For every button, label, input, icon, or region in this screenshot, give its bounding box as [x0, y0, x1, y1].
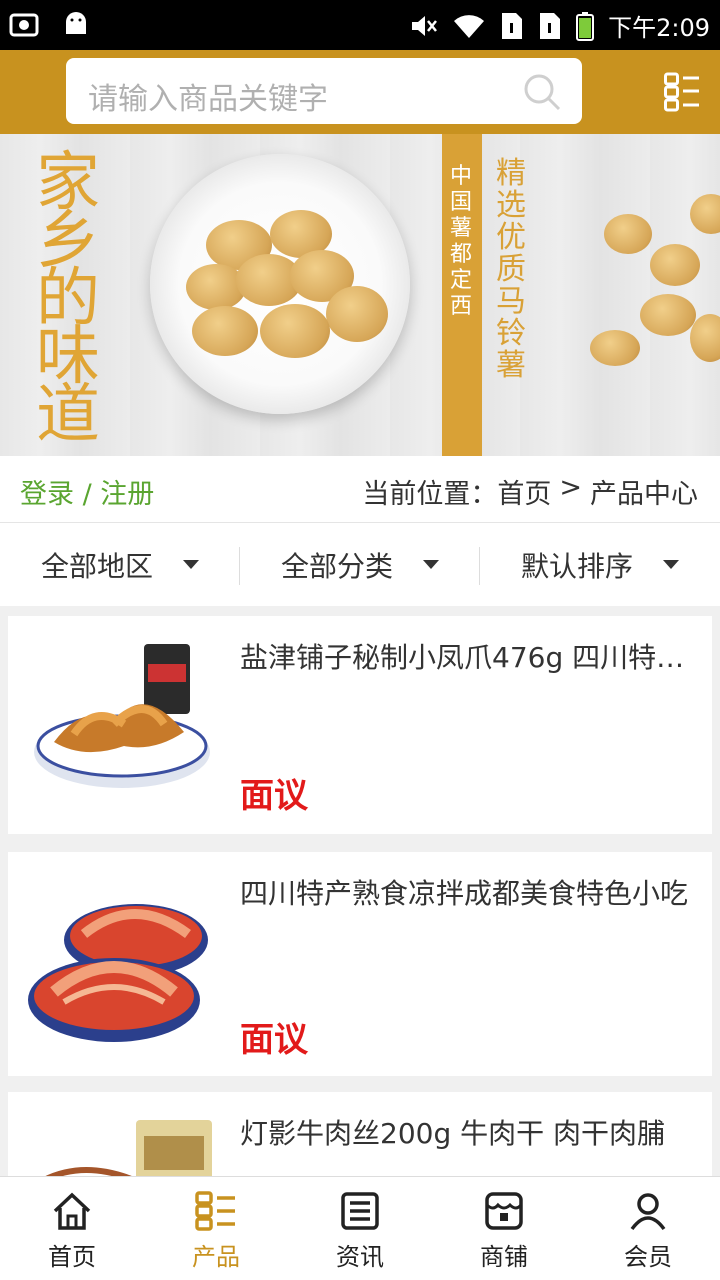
breadcrumb-bar: 登录 / 注册 当前位置： 首页 > 产品中心	[0, 456, 720, 522]
dropdown-arrow-icon	[663, 560, 679, 569]
product-card[interactable]: 盐津铺子秘制小凤爪476g 四川特产熟食 面议	[8, 616, 712, 834]
filter-bar: 全部地区 全部分类 默认排序	[0, 522, 720, 606]
search-placeholder: 请输入商品关键字	[88, 82, 328, 117]
tab-member[interactable]: 会员	[576, 1177, 720, 1280]
product-title: 灯影牛肉丝200g 牛肉干 肉干肉脯	[240, 1117, 666, 1150]
tab-shop[interactable]: 商铺	[432, 1177, 576, 1280]
status-time: 下午2:09	[608, 14, 710, 42]
category-menu-icon[interactable]	[664, 72, 700, 112]
breadcrumb-home[interactable]: 首页	[497, 472, 551, 511]
banner-tagline: 精选优质马铃薯	[496, 156, 526, 383]
home-icon	[53, 1192, 91, 1230]
breadcrumb-separator: >	[559, 472, 582, 503]
promo-banner[interactable]: 家乡的味道 中国薯都 定西 精选优质马铃薯	[0, 134, 720, 456]
tab-label: 产品	[192, 1243, 240, 1271]
breadcrumb-prefix: 当前位置：	[362, 479, 498, 510]
banner-slogan: 家乡的味道	[36, 146, 100, 452]
screenshot-icon	[9, 13, 39, 37]
shop-icon	[485, 1192, 523, 1230]
tab-products[interactable]: 产品	[144, 1177, 288, 1280]
bottom-tab-bar: 首页 产品 资讯 商铺 会员	[0, 1176, 720, 1280]
filter-category[interactable]: 全部分类	[240, 523, 480, 606]
dropdown-arrow-icon	[183, 560, 199, 569]
header: 请输入商品关键字	[0, 50, 720, 134]
filter-label: 全部分类	[280, 549, 393, 583]
product-price: 面议	[240, 776, 308, 816]
filter-region[interactable]: 全部地区	[0, 523, 240, 606]
battery-icon	[576, 11, 595, 41]
tab-label: 首页	[48, 1243, 96, 1271]
mute-icon	[412, 15, 438, 36]
product-price: 面议	[240, 1020, 308, 1060]
product-image	[28, 904, 208, 1042]
android-icon	[66, 12, 86, 34]
wifi-icon	[454, 14, 485, 38]
filter-label: 全部地区	[40, 549, 153, 583]
dropdown-arrow-icon	[423, 560, 439, 569]
banner-band-text: 中国薯都 定西	[450, 164, 473, 319]
breadcrumb: 当前位置： 首页 > 产品中心	[362, 472, 698, 511]
filter-sort[interactable]: 默认排序	[480, 523, 720, 606]
filter-label: 默认排序	[520, 549, 633, 583]
potato-plate-image	[150, 154, 410, 414]
member-icon	[630, 1193, 666, 1231]
product-image	[34, 644, 210, 788]
search-input[interactable]: 请输入商品关键字	[66, 58, 582, 124]
sim2-icon	[540, 12, 561, 39]
sim1-icon	[502, 12, 523, 39]
tab-label: 资讯	[336, 1243, 384, 1271]
product-title: 四川特产熟食凉拌成都美食特色小吃	[240, 877, 688, 910]
breadcrumb-current: 产品中心	[590, 479, 698, 510]
products-icon	[195, 1191, 235, 1231]
news-icon	[341, 1192, 379, 1230]
product-card[interactable]: 四川特产熟食凉拌成都美食特色小吃 面议	[8, 852, 712, 1076]
tab-news[interactable]: 资讯	[288, 1177, 432, 1280]
status-bar: 下午2:09	[0, 0, 720, 50]
product-title: 盐津铺子秘制小凤爪476g 四川特产熟食	[240, 641, 688, 674]
search-icon[interactable]	[522, 72, 562, 112]
tab-label: 会员	[624, 1243, 672, 1271]
tab-home[interactable]: 首页	[0, 1177, 144, 1280]
login-register-link[interactable]: 登录 / 注册	[20, 472, 154, 511]
tab-label: 商铺	[480, 1243, 528, 1271]
